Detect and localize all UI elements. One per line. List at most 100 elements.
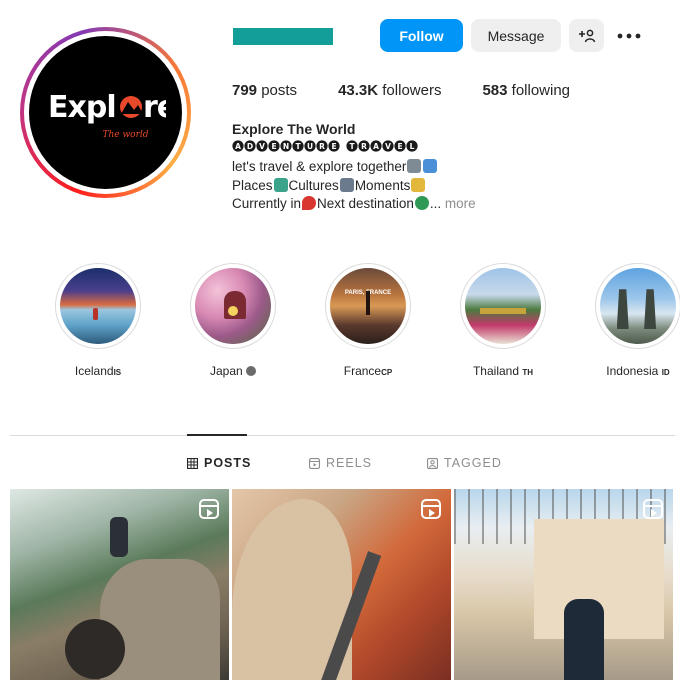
highlight-ring: PARIS, FRANCE <box>325 263 411 349</box>
globe-icon <box>414 196 429 210</box>
bio-line-3: Currently in Next destination... more <box>232 195 476 214</box>
tagline-letter: R <box>361 142 367 151</box>
highlight-label: Indonesia ID <box>606 364 670 378</box>
paw-icon <box>246 366 257 376</box>
active-tab-indicator <box>187 434 247 436</box>
bio-moments: Moments <box>354 177 411 193</box>
highlight-ring <box>190 263 276 349</box>
followers-label: followers <box>382 82 442 99</box>
following-stat[interactable]: 583 following <box>482 82 570 99</box>
posts-label: posts <box>261 82 298 99</box>
tagline-letter: U <box>307 142 313 151</box>
tagline-letter: L <box>410 142 415 151</box>
sparkle-icon <box>411 177 426 192</box>
map-icon <box>273 177 288 192</box>
airplane-icon <box>423 159 438 173</box>
pin-icon <box>302 196 317 210</box>
tab-posts-label: POSTS <box>204 456 252 470</box>
tab-tagged[interactable]: TAGGED <box>427 456 502 470</box>
posts-stat: 799 posts <box>232 82 297 99</box>
highlight-label: IcelandIS <box>74 364 122 378</box>
tagline-letter: T <box>295 142 301 151</box>
bio-line-1-text: let's travel & explore together <box>232 159 407 174</box>
highlight-france[interactable]: PARIS, FRANCE FranceCP <box>308 263 428 378</box>
reel-icon <box>643 499 663 519</box>
temple-icon <box>339 177 354 192</box>
highlight-image-thailand <box>465 268 541 344</box>
tagline-letter: T <box>349 142 355 151</box>
profile-bio: Explore The World ADVENTURETRAVEL let's … <box>232 120 476 214</box>
post-person <box>564 599 604 680</box>
more-icon <box>617 33 641 38</box>
highlight-iceland[interactable]: IcelandIS <box>38 263 158 378</box>
tagline-letter: A <box>373 142 379 151</box>
more-options-button[interactable] <box>612 19 646 52</box>
highlight-image-iceland <box>60 268 136 344</box>
profile-stats: 799 posts 43.3K followers 583 following <box>232 82 611 99</box>
tagline-letter: E <box>271 142 276 151</box>
tagline-letter: E <box>397 142 402 151</box>
bio-cultures: Cultures <box>288 177 339 193</box>
followers-stat[interactable]: 43.3K followers <box>338 82 441 99</box>
bio-next-destination: Next destination <box>317 196 414 211</box>
tab-reels-label: REELS <box>326 456 372 470</box>
highlight-ring <box>595 263 680 349</box>
tagline-circled-letters: ADVENTURETRAVEL <box>232 139 418 152</box>
tab-tagged-label: TAGGED <box>444 456 502 470</box>
explore-logo-icon: Expl re <box>48 90 177 125</box>
grid-icon <box>187 457 198 469</box>
followers-count: 43.3K <box>338 82 379 99</box>
following-label: following <box>511 82 571 99</box>
following-count: 583 <box>482 82 508 99</box>
tagged-icon <box>427 457 438 469</box>
bio-tagline-row: ADVENTURETRAVEL <box>232 139 476 159</box>
avatar-logo: Expl re <box>46 86 177 134</box>
highlight-label: FranceCP <box>343 364 393 378</box>
bio-more-link[interactable]: more <box>445 196 476 211</box>
username-redacted <box>233 28 333 45</box>
post-hiker <box>110 517 128 557</box>
highlight-indonesia[interactable]: Indonesia ID <box>578 263 680 378</box>
profile-avatar-ring[interactable]: Expl re The world <box>20 27 191 198</box>
message-button[interactable]: Message <box>471 19 561 52</box>
posts-count: 799 <box>232 82 258 99</box>
tagline-letter: N <box>283 142 289 151</box>
highlight-ring <box>460 263 546 349</box>
tagline-letter: A <box>235 142 241 151</box>
post-thumbnail[interactable] <box>10 489 229 680</box>
tagline-letter: R <box>319 142 325 151</box>
tab-posts[interactable]: POSTS <box>187 456 251 470</box>
post-person-head <box>65 619 125 679</box>
highlight-ring <box>55 263 141 349</box>
reel-icon <box>199 499 219 519</box>
bio-places: Places <box>232 177 273 193</box>
add-user-icon <box>578 29 595 42</box>
tagline-letter: V <box>385 142 391 151</box>
bio-line-2: Places Cultures Moments <box>232 177 476 196</box>
svg-text:re: re <box>143 90 166 125</box>
highlight-image-indonesia <box>600 268 676 344</box>
reel-icon <box>421 499 441 519</box>
bio-line-1: let's travel & explore together <box>232 158 476 177</box>
highlight-image-japan <box>195 268 271 344</box>
avatar[interactable]: Expl re The world <box>29 36 182 189</box>
post-thumbnail[interactable] <box>232 489 451 680</box>
bio-currently-in: Currently in <box>232 196 302 211</box>
tagline-letter: E <box>331 142 336 151</box>
tagline-letter: D <box>247 142 253 151</box>
phone-icon <box>407 159 422 173</box>
highlight-image-france: PARIS, FRANCE <box>330 268 406 344</box>
post-thumbnail[interactable] <box>454 489 673 680</box>
reels-icon <box>309 457 320 469</box>
tabs-divider <box>10 435 675 436</box>
highlight-label: Thailand TH <box>472 364 534 378</box>
svg-text:Expl: Expl <box>48 90 116 125</box>
highlight-label: Japan <box>173 364 293 378</box>
profile-name: Explore The World <box>232 121 356 137</box>
add-user-button[interactable] <box>569 19 604 52</box>
highlight-thailand[interactable]: Thailand TH <box>443 263 563 378</box>
highlight-japan[interactable]: Japan <box>173 263 293 378</box>
follow-button[interactable]: Follow <box>380 19 463 52</box>
tagline-letter: V <box>259 142 265 151</box>
tab-reels[interactable]: REELS <box>309 456 372 470</box>
